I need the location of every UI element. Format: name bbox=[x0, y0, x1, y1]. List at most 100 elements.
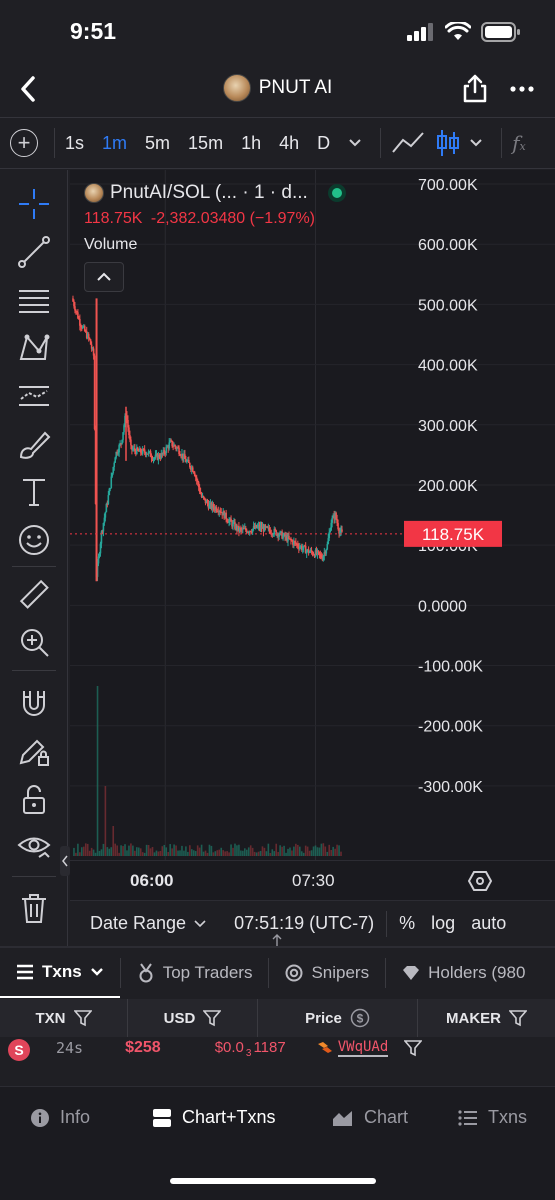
price-chart[interactable]: 700.00K 600.00K 500.00K 400.00K 300.00K 200.0… bbox=[70, 170, 555, 860]
lock-drawing-tool[interactable] bbox=[14, 732, 54, 772]
forecast-tool[interactable] bbox=[14, 376, 54, 416]
filter-icon[interactable] bbox=[404, 1039, 423, 1057]
more-options-icon[interactable] bbox=[509, 74, 535, 104]
medal-icon bbox=[139, 963, 153, 983]
bottom-nav-txns[interactable]: Txns bbox=[458, 1107, 527, 1128]
fib-tool[interactable] bbox=[14, 280, 54, 320]
bottom-nav-chart[interactable]: Chart bbox=[332, 1107, 408, 1128]
table-row[interactable]: S 24s $258 $0.0 3 1187 VWqUAd bbox=[0, 1037, 555, 1085]
volume-bar bbox=[222, 850, 224, 856]
magnet-tool[interactable] bbox=[14, 684, 54, 724]
col-maker[interactable]: MAKER bbox=[418, 999, 555, 1037]
candlestick-chart-icon[interactable] bbox=[435, 128, 461, 158]
function-icon[interactable]: fx bbox=[512, 131, 526, 155]
log-toggle[interactable]: log bbox=[431, 913, 455, 934]
volume-bar bbox=[159, 850, 162, 856]
volume-bar bbox=[82, 846, 85, 856]
line-chart-icon[interactable] bbox=[391, 130, 425, 156]
y-tick-label: 200.00K bbox=[418, 478, 478, 495]
tab-txns[interactable]: Txns bbox=[0, 948, 120, 998]
toolbar-divider bbox=[501, 128, 503, 158]
volume-bar bbox=[155, 850, 158, 856]
tools-divider bbox=[12, 566, 56, 567]
volume-bar bbox=[141, 852, 144, 856]
settings-hexagon-icon[interactable] bbox=[468, 869, 492, 893]
list-icon bbox=[458, 1109, 477, 1126]
volume-bar bbox=[171, 848, 173, 856]
tab-snipers[interactable]: Snipers bbox=[269, 948, 385, 998]
interval-5m[interactable]: 5m bbox=[145, 133, 170, 154]
collapse-sidebar-icon[interactable] bbox=[60, 846, 70, 876]
text-tool[interactable] bbox=[14, 472, 54, 512]
volume-bar bbox=[234, 843, 236, 856]
volume-bar bbox=[242, 850, 244, 856]
pattern-tool[interactable] bbox=[14, 328, 54, 368]
visibility-tool[interactable] bbox=[14, 826, 54, 866]
interval-15m[interactable]: 15m bbox=[188, 133, 223, 154]
chart-toolbar: + 1s 1m 5m 15m 1h 4h D fx bbox=[0, 117, 555, 169]
collapse-legend-button[interactable] bbox=[84, 262, 124, 292]
interval-1h[interactable]: 1h bbox=[241, 133, 261, 154]
measure-tool[interactable] bbox=[14, 574, 54, 614]
tab-label: Snipers bbox=[311, 963, 370, 982]
volume-bar bbox=[200, 844, 203, 856]
brush-tool[interactable] bbox=[14, 424, 54, 464]
legend-symbol[interactable]: PnutAI/SOL (... · 1 · d... bbox=[110, 182, 308, 204]
unlock-tool[interactable] bbox=[14, 780, 54, 820]
current-time[interactable]: 07:51:19 (UTC-7) bbox=[234, 913, 374, 934]
volume-bar bbox=[169, 844, 171, 856]
tab-top-traders[interactable]: Top Traders bbox=[121, 948, 269, 998]
share-icon[interactable] bbox=[461, 74, 489, 104]
bottom-nav-chart-txns[interactable]: Chart+Txns bbox=[152, 1107, 276, 1128]
volume-bar bbox=[100, 849, 103, 856]
filter-icon[interactable] bbox=[73, 1009, 92, 1027]
volume-bar bbox=[204, 850, 207, 856]
date-range-button[interactable]: Date Range bbox=[90, 913, 206, 934]
interval-4h[interactable]: 4h bbox=[279, 133, 299, 154]
magnet-icon bbox=[23, 691, 45, 716]
volume-bar bbox=[230, 844, 232, 856]
bottom-nav-info[interactable]: Info bbox=[30, 1107, 90, 1128]
volume-bar bbox=[289, 847, 291, 856]
trendline-tool[interactable] bbox=[14, 232, 54, 272]
chart-type-dropdown-chevron-icon[interactable] bbox=[469, 138, 483, 148]
col-txn[interactable]: TXN bbox=[0, 999, 128, 1037]
add-indicator-button[interactable]: + bbox=[10, 129, 38, 157]
interval-dropdown-chevron-icon[interactable] bbox=[348, 138, 362, 148]
time-axis[interactable]: 06:00 07:30 bbox=[70, 860, 555, 900]
emoji-tool[interactable] bbox=[14, 520, 54, 560]
col-label: Price bbox=[305, 1009, 342, 1027]
candle-body bbox=[104, 512, 107, 518]
currency-toggle-icon[interactable]: $ bbox=[350, 1008, 370, 1028]
filter-icon[interactable] bbox=[203, 1009, 222, 1027]
maker-address[interactable]: VWqUAd bbox=[337, 1039, 389, 1057]
delete-drawings-tool[interactable] bbox=[14, 888, 54, 928]
txn-price: $0.0 3 1187 bbox=[215, 1039, 286, 1059]
percent-toggle[interactable]: % bbox=[399, 913, 415, 934]
filter-icon[interactable] bbox=[509, 1009, 527, 1027]
volume-bar bbox=[202, 851, 205, 856]
price-zero-count: 3 bbox=[245, 1048, 252, 1059]
zoom-tool[interactable] bbox=[14, 622, 54, 662]
volume-bar bbox=[118, 852, 120, 856]
interval-1s[interactable]: 1s bbox=[65, 133, 84, 154]
volume-bar bbox=[185, 846, 187, 856]
toolbar-divider bbox=[380, 128, 382, 158]
auto-toggle[interactable]: auto bbox=[471, 913, 506, 934]
maker-cell[interactable]: VWqUAd bbox=[316, 1039, 423, 1057]
interval-1m[interactable]: 1m bbox=[102, 133, 127, 154]
col-usd[interactable]: USD bbox=[128, 999, 258, 1037]
candle-body bbox=[130, 439, 132, 446]
y-tick-label: 300.00K bbox=[418, 418, 478, 435]
volume-bar bbox=[251, 847, 254, 856]
candle-body bbox=[110, 476, 113, 488]
ruler-icon bbox=[19, 579, 49, 609]
interval-D[interactable]: D bbox=[317, 133, 330, 154]
col-price[interactable]: Price $ bbox=[258, 999, 418, 1037]
volume-bar bbox=[110, 847, 113, 856]
candle-body bbox=[93, 355, 96, 430]
crosshair-tool[interactable] bbox=[14, 184, 54, 224]
tab-holders[interactable]: Holders (980 bbox=[386, 948, 541, 998]
bottom-nav-label: Chart+Txns bbox=[182, 1107, 276, 1127]
volume-bar bbox=[336, 844, 338, 856]
